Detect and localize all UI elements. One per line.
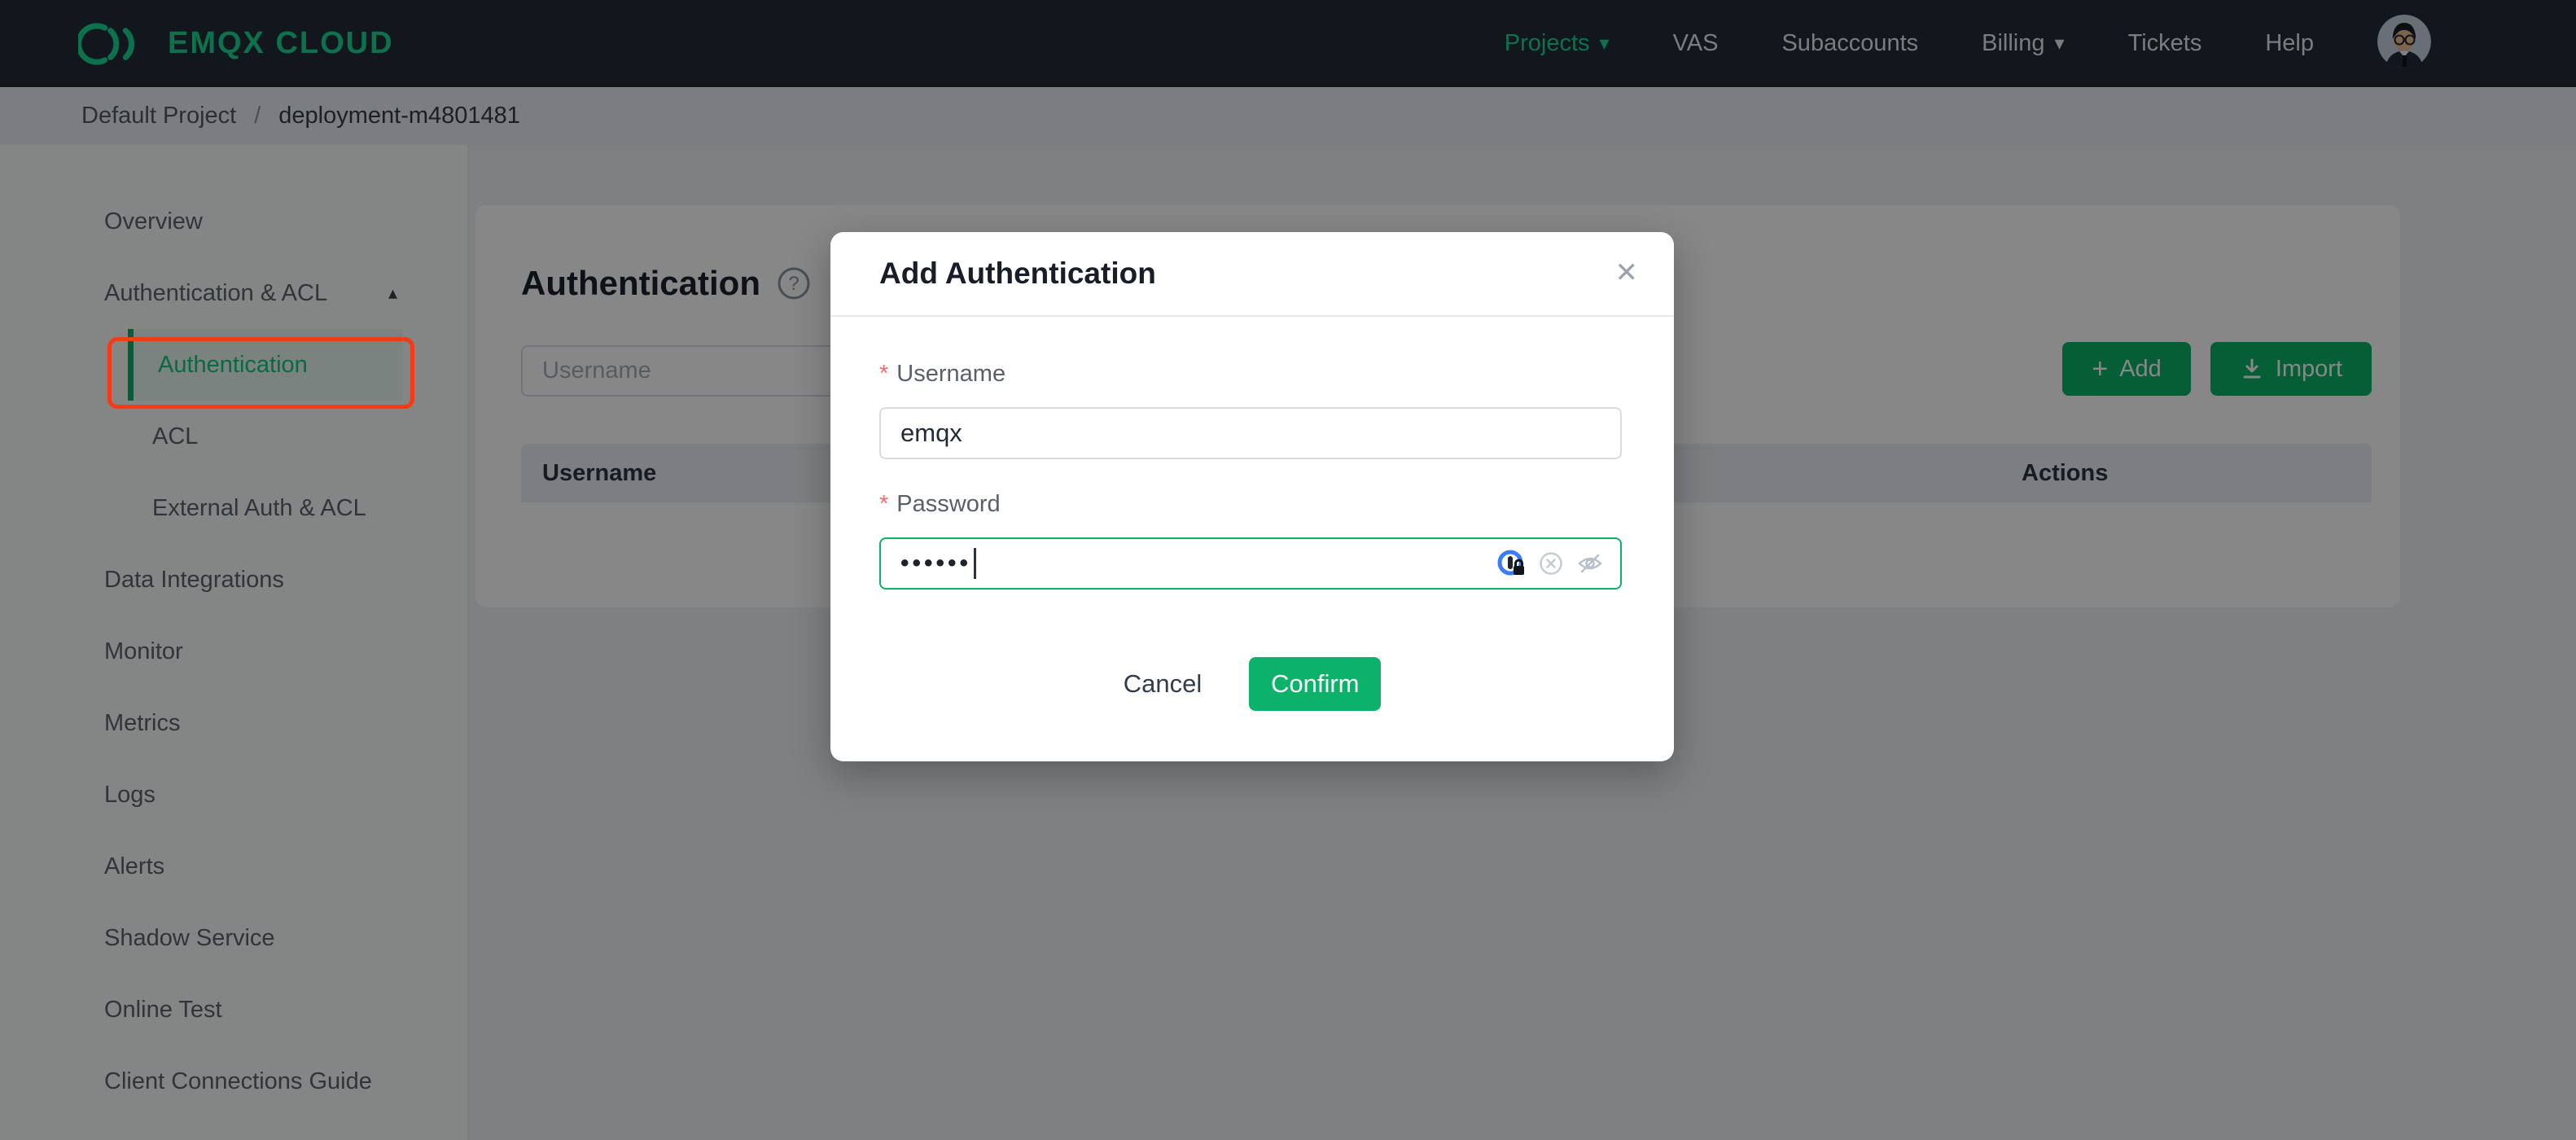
add-authentication-dialog: Add Authentication ✕ * Username * Passwo…: [830, 232, 1674, 761]
password-field[interactable]: ••••••: [879, 537, 1622, 590]
text-cursor: [974, 548, 977, 579]
password-masked-value: ••••••: [900, 550, 972, 577]
required-asterisk: *: [879, 361, 889, 387]
confirm-button[interactable]: Confirm: [1249, 657, 1382, 711]
toggle-password-visibility-icon[interactable]: [1576, 550, 1604, 577]
onepassword-extension-icon[interactable]: [1496, 549, 1526, 578]
annotation-highlight-box: [107, 337, 414, 409]
clear-input-icon[interactable]: [1539, 551, 1563, 576]
password-label: * Password: [879, 491, 1001, 517]
cancel-button[interactable]: Cancel: [1124, 669, 1203, 699]
dialog-footer: Cancel Confirm: [830, 657, 1674, 711]
required-asterisk: *: [879, 491, 889, 517]
dialog-title: Add Authentication: [879, 256, 1156, 290]
username-label: * Username: [879, 361, 1006, 387]
dialog-header: Add Authentication ✕: [830, 232, 1674, 317]
username-field[interactable]: [879, 407, 1622, 459]
close-icon[interactable]: ✕: [1615, 256, 1639, 289]
